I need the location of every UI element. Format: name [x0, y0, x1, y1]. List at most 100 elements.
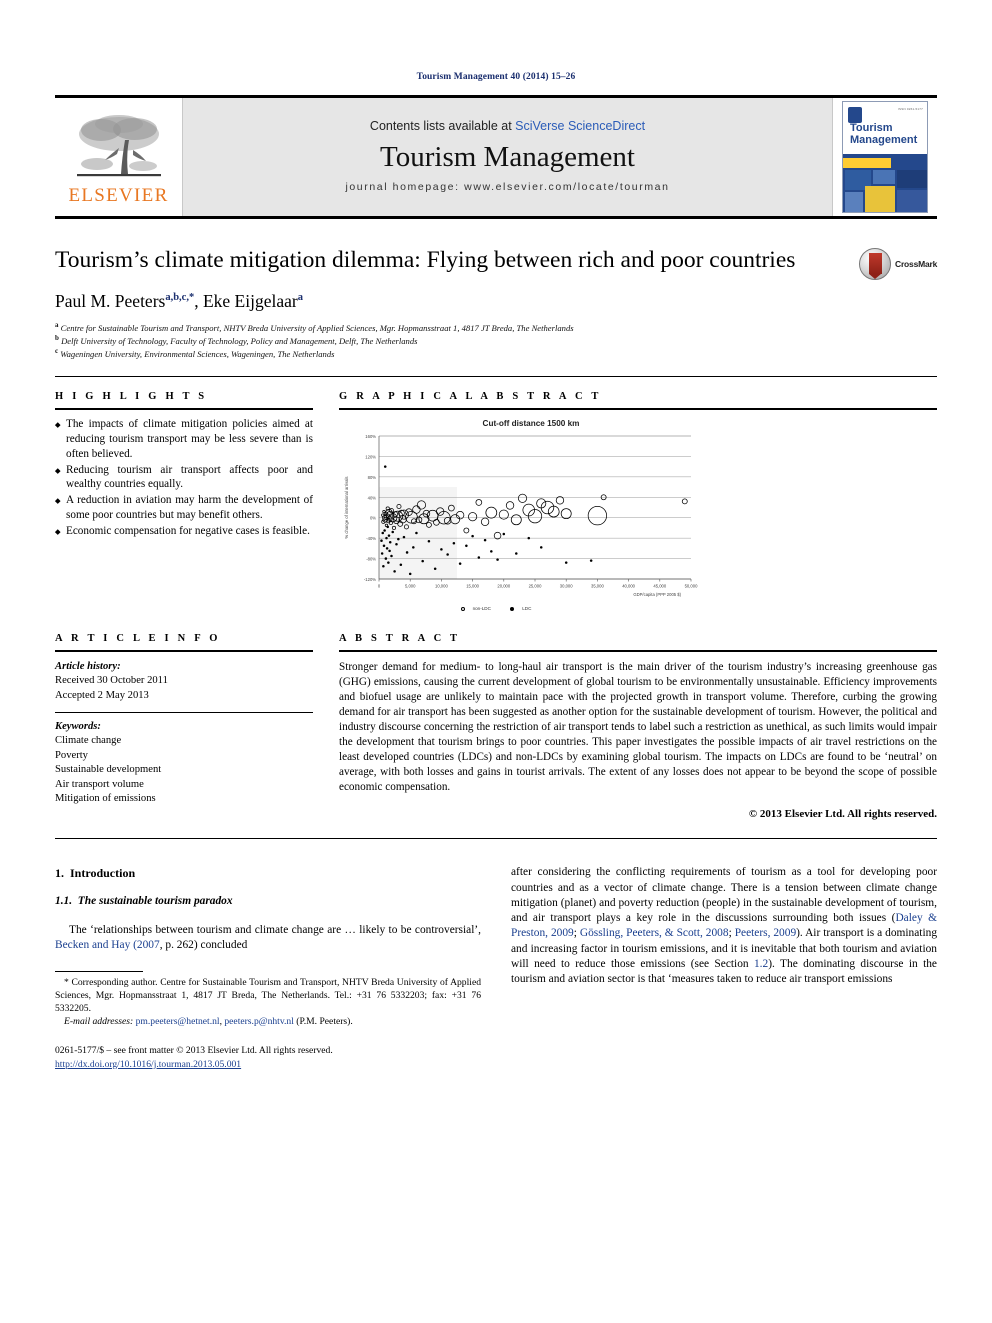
- citation-link-becken-hay[interactable]: Becken and Hay (2007: [55, 939, 160, 951]
- list-item: The impacts of climate mitigation polici…: [55, 417, 313, 462]
- svg-text:50,000: 50,000: [685, 583, 698, 588]
- svg-text:15,000: 15,000: [466, 583, 479, 588]
- scatter-plot-svg: 160% 120% 80% 40% 0% -40% -80% -120%0 5,000 10,00…: [344, 434, 698, 597]
- subsection-heading: 1.1. The sustainable tourism paradox: [55, 894, 481, 909]
- body-columns: 1. Introduction 1.1. The sustainable tou…: [55, 865, 937, 1071]
- citation-link-peeters[interactable]: Peeters, 2009: [735, 927, 796, 939]
- affil-text-c: Wageningen University, Environmental Sci…: [60, 348, 335, 359]
- chart-title: Cut-off distance 1500 km: [482, 418, 580, 428]
- list-item: A reduction in aviation may harm the dev…: [55, 493, 313, 523]
- svg-text:120%: 120%: [365, 454, 376, 459]
- section-title: Introduction: [70, 866, 136, 881]
- email-link-1[interactable]: pm.peeters@hetnet.nl: [136, 1016, 220, 1027]
- article-history-label: Article history:: [55, 660, 121, 672]
- svg-text:25,000: 25,000: [529, 583, 542, 588]
- legend-label-1: LDC: [522, 605, 532, 611]
- article-page: Tourism Management 40 (2014) 15–26 ELSEV…: [0, 0, 992, 1323]
- body-paragraph-right: after considering the conflicting requir…: [511, 865, 937, 987]
- para-right-1: after considering the conflicting requir…: [511, 866, 937, 925]
- citation-link-gossling[interactable]: Gössling, Peeters, & Scott, 2008: [580, 927, 729, 939]
- body-column-left: 1. Introduction 1.1. The sustainable tou…: [55, 865, 481, 1071]
- affiliation-b: b Delft University of Technology, Facult…: [55, 334, 937, 347]
- svg-text:40%: 40%: [368, 495, 377, 500]
- graphical-abstract-figure: Cut-off distance 1500 km 160% 120% 80% 40% 0…: [339, 419, 937, 611]
- para-left-pre: The ‘relationships between tourism and c…: [69, 923, 481, 936]
- cover-accent-bar: [843, 158, 891, 168]
- legend-entry-ldc: LDC: [510, 606, 537, 611]
- svg-text:5,000: 5,000: [405, 583, 416, 588]
- article-history-received: Received 30 October 2011: [55, 675, 168, 687]
- section-crossref-link[interactable]: 1.2: [754, 958, 768, 970]
- doi-link[interactable]: http://dx.doi.org/10.1016/j.tourman.2013…: [55, 1059, 241, 1070]
- legend-marker-filled-circle-icon: [510, 606, 515, 611]
- body-paragraph-left: The ‘relationships between tourism and c…: [55, 923, 481, 953]
- svg-text:-40%: -40%: [366, 536, 376, 541]
- journal-cover-thumbnail[interactable]: ISSN 0261-5177 Tourism Management: [832, 98, 937, 216]
- author-name-0: Paul M. Peeters: [55, 290, 166, 311]
- article-info-column: A R T I C L E I N F O Article history: R…: [55, 633, 313, 821]
- section-number: 1.: [55, 866, 64, 881]
- crossmark-label: CrossMark: [895, 259, 938, 269]
- elsevier-logo: ELSEVIER: [55, 98, 183, 216]
- cover-title-line2: Management: [850, 134, 918, 147]
- front-matter-block: 0261-5177/$ – see front matter © 2013 El…: [55, 1044, 481, 1071]
- keyword-item: Mitigation of emissions: [55, 793, 156, 805]
- journal-band: Contents lists available at SciVerse Sci…: [183, 98, 832, 216]
- elsevier-wordmark: ELSEVIER: [68, 184, 169, 206]
- affil-mark-c: c: [55, 346, 59, 355]
- article-info-rule: [55, 649, 313, 652]
- highlights-rule: [55, 407, 313, 410]
- svg-text:GDP/capita (PPP 2005 $): GDP/capita (PPP 2005 $): [633, 592, 681, 597]
- cover-issn-text: ISSN 0261-5177: [898, 107, 923, 111]
- keyword-item: Sustainable development: [55, 764, 162, 776]
- svg-text:30,000: 30,000: [560, 583, 573, 588]
- legend-entry-non-ldc: non-LDC: [460, 606, 497, 611]
- article-history-accepted: Accepted 2 May 2013: [55, 689, 149, 701]
- contents-prefix: Contents lists available at: [369, 118, 516, 133]
- svg-text:10,000: 10,000: [435, 583, 448, 588]
- affiliation-c: c Wageningen University, Environmental S…: [55, 347, 937, 360]
- email-link-2[interactable]: peeters.p@nhtv.nl: [224, 1016, 294, 1027]
- abstract-copyright: © 2013 Elsevier Ltd. All rights reserved…: [748, 808, 937, 821]
- abstract-bottom-divider: [55, 838, 937, 840]
- author-affil-marks-1: a: [297, 291, 303, 303]
- crossmark-badge[interactable]: CrossMark: [859, 248, 937, 280]
- crossmark-book-shape: [869, 253, 882, 279]
- abstract-column: A B S T R A C T Stronger demand for medi…: [339, 632, 937, 821]
- keyword-item: Air transport volume: [55, 778, 144, 790]
- sciencedirect-link[interactable]: SciVerse ScienceDirect: [515, 119, 645, 133]
- list-item: Reducing tourism air transport affects p…: [55, 463, 313, 493]
- graphical-abstract-column: G R A P H I C A L A B S T R A C T Cut-of…: [339, 391, 937, 611]
- journal-homepage[interactable]: journal homepage: www.elsevier.com/locat…: [345, 181, 669, 193]
- author-list: Paul M. Peetersa,b,c,*, Eke Eijgelaara: [55, 291, 937, 312]
- affil-mark-b: b: [55, 333, 59, 342]
- cover-elsevier-mark-icon: [848, 107, 862, 123]
- legend-marker-open-circle-icon: [460, 606, 465, 611]
- subsection-title: The sustainable tourism paradox: [77, 895, 233, 908]
- title-block: CrossMark Tourism’s climate mitigation d…: [55, 246, 937, 360]
- front-matter-line: 0261-5177/$ – see front matter © 2013 El…: [55, 1045, 333, 1057]
- article-history: Article history: Received 30 October 201…: [55, 660, 313, 703]
- cover-journal-title: Tourism Management: [850, 122, 917, 147]
- svg-text:35,000: 35,000: [591, 583, 604, 588]
- svg-text:0: 0: [378, 583, 381, 588]
- chart-plot-area: 160% 120% 80% 40% 0% -40% -80% -120% 0 5,000 10,00…: [339, 430, 699, 605]
- contents-available-line: Contents lists available at SciVerse Sci…: [370, 119, 645, 133]
- svg-text:0%: 0%: [370, 516, 376, 521]
- abstract-text: Stronger demand for medium- to long-haul…: [339, 660, 937, 794]
- journal-title: Tourism Management: [380, 140, 635, 173]
- abstract-heading: A B S T R A C T: [339, 632, 461, 644]
- affiliations: a Centre for Sustainable Tourism and Tra…: [55, 321, 937, 360]
- corresponding-author-note: * Corresponding author. Centre for Susta…: [55, 977, 481, 1015]
- article-info-heading: A R T I C L E I N F O: [55, 632, 221, 644]
- svg-text:-120%: -120%: [364, 577, 376, 582]
- cover-title-line1: Tourism: [850, 122, 893, 134]
- affil-text-b: Delft University of Technology, Faculty …: [61, 335, 418, 346]
- highlights-graphical-row: H I G H L I G H T S The impacts of clima…: [55, 391, 937, 611]
- title-divider: [55, 375, 937, 377]
- running-head: Tourism Management 40 (2014) 15–26: [416, 72, 576, 82]
- email-label: E-mail addresses:: [64, 1016, 134, 1028]
- svg-text:20,000: 20,000: [497, 583, 510, 588]
- highlights-list: The impacts of climate mitigation polici…: [55, 417, 313, 539]
- svg-text:80%: 80%: [368, 475, 377, 480]
